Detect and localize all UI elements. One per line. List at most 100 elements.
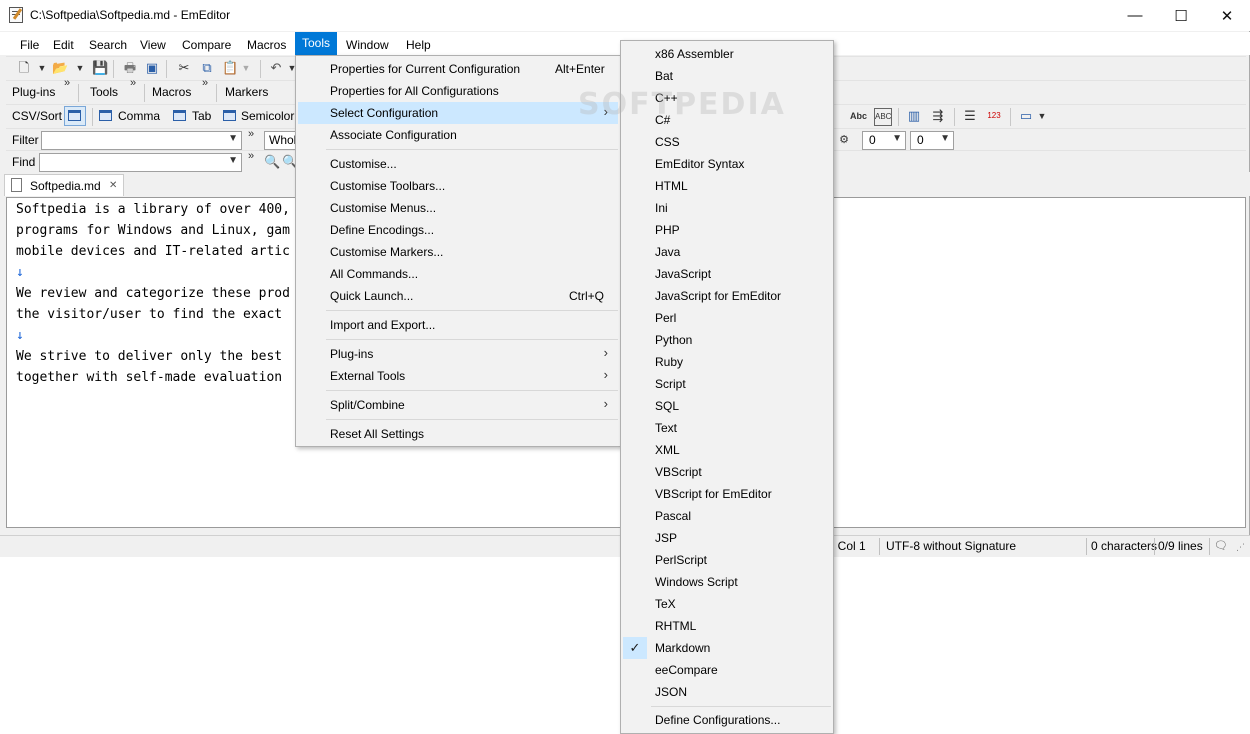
chevron-down-icon[interactable]: ▼ [228, 133, 238, 144]
config-item-php[interactable]: PHP [623, 219, 831, 241]
menu-item-customise-markers[interactable]: Customise Markers... [298, 241, 618, 263]
config-item-csharp[interactable]: C# [623, 109, 831, 131]
config-item-javascript[interactable]: JavaScript [623, 263, 831, 285]
tools-toolbar-button[interactable]: Tools [90, 81, 118, 103]
config-item-jsp[interactable]: JSP [623, 527, 831, 549]
macros-toolbar-button[interactable]: Macros [152, 81, 191, 103]
menu-item-properties-all[interactable]: Properties for All Configurations [298, 80, 618, 102]
menu-item-import-export[interactable]: Import and Export... [298, 314, 618, 336]
tab-softpedia-md[interactable]: Softpedia.md ✕ [4, 174, 124, 196]
toolbar-options-dropdown-icon[interactable]: ▼ [1034, 108, 1050, 124]
spell-check-icon[interactable]: Abc [850, 108, 867, 124]
config-item-java[interactable]: Java [623, 241, 831, 263]
toolbar-options-icon[interactable]: ▭ [1018, 108, 1034, 124]
chevron-down-icon[interactable]: ▼ [892, 133, 902, 144]
config-item-windows-script[interactable]: Windows Script [623, 571, 831, 593]
config-item-rhtml[interactable]: RHTML [623, 615, 831, 637]
config-item-sql[interactable]: SQL [623, 395, 831, 417]
config-item-bat[interactable]: Bat [623, 65, 831, 87]
menu-item-define-encodings[interactable]: Define Encodings... [298, 219, 618, 241]
comma-button[interactable]: Comma [118, 105, 160, 127]
plugins-toolbar-button[interactable]: Plug-ins [12, 81, 55, 103]
new-dropdown-icon[interactable]: ▼ [34, 60, 50, 76]
config-item-x86-assembler[interactable]: x86 Assembler [623, 43, 831, 65]
config-item-ini[interactable]: Ini [623, 197, 831, 219]
maximize-button[interactable]: ☐ [1158, 0, 1204, 31]
config-item-text[interactable]: Text [623, 417, 831, 439]
spell-options-icon[interactable]: ABC [874, 108, 892, 126]
menu-help[interactable]: Help [399, 35, 438, 55]
print-icon[interactable]: 🖶 [122, 60, 138, 76]
paste-dropdown-icon[interactable]: ▼ [238, 60, 254, 76]
config-item-python[interactable]: Python [623, 329, 831, 351]
menu-item-customise-menus[interactable]: Customise Menus... [298, 197, 618, 219]
config-item-javascript-for-emeditor[interactable]: JavaScript for EmEditor [623, 285, 831, 307]
menu-item-external-tools[interactable]: External Tools › [298, 365, 618, 387]
open-dropdown-icon[interactable]: ▼ [72, 60, 88, 76]
menu-macros[interactable]: Macros [240, 35, 293, 55]
menu-item-split-combine[interactable]: Split/Combine › [298, 394, 618, 416]
line-numbers-icon[interactable]: 123 [986, 108, 1002, 124]
config-item-perlscript[interactable]: PerlScript [623, 549, 831, 571]
config-item-vbscript-for-emeditor[interactable]: VBScript for EmEditor [623, 483, 831, 505]
filter-combo-2[interactable]: 0 ▼ [910, 131, 954, 150]
print-preview-icon[interactable]: ▣ [144, 60, 160, 76]
config-item-json[interactable]: JSON [623, 681, 831, 703]
chevron-right-icon[interactable]: » [248, 150, 254, 162]
close-tab-icon[interactable]: ✕ [109, 180, 117, 191]
menu-item-properties-current[interactable]: Properties for Current Configuration Alt… [298, 58, 618, 80]
config-item-markdown[interactable]: ✓ Markdown [623, 637, 831, 659]
list-icon[interactable]: ☰ [962, 108, 978, 124]
config-item-pascal[interactable]: Pascal [623, 505, 831, 527]
chevron-right-icon[interactable]: » [248, 128, 254, 140]
menu-tools[interactable]: Tools [295, 32, 338, 55]
save-icon[interactable]: 💾 [92, 60, 108, 76]
config-item-vbscript[interactable]: VBScript [623, 461, 831, 483]
minimize-button[interactable]: — [1112, 0, 1158, 31]
chevron-right-icon[interactable]: » [64, 77, 70, 89]
menu-item-define-configurations[interactable]: Define Configurations... [623, 709, 831, 731]
menu-item-all-commands[interactable]: All Commands... [298, 263, 618, 285]
config-item-eecompare[interactable]: eeCompare [623, 659, 831, 681]
menu-view[interactable]: View [133, 35, 173, 55]
comment-icon[interactable]: 🗨 [1214, 539, 1228, 552]
menu-compare[interactable]: Compare [175, 35, 238, 55]
menu-item-quick-launch[interactable]: Quick Launch... Ctrl+Q [298, 285, 618, 307]
menu-item-customise-toolbars[interactable]: Customise Toolbars... [298, 175, 618, 197]
new-file-icon[interactable]: 🗋 [16, 60, 32, 76]
config-item-tex[interactable]: TeX [623, 593, 831, 615]
menu-item-plugins[interactable]: Plug-ins › [298, 343, 618, 365]
chevron-right-icon[interactable]: » [130, 77, 136, 89]
menu-edit[interactable]: Edit [46, 35, 81, 55]
filter-combo-1[interactable]: 0 ▼ [862, 131, 906, 150]
config-item-xml[interactable]: XML [623, 439, 831, 461]
paste-icon[interactable]: 📋 [222, 60, 238, 76]
csv-grid-toggle[interactable] [64, 106, 86, 126]
chevron-down-icon[interactable]: ▼ [228, 155, 238, 166]
find-input[interactable]: ▼ [39, 153, 242, 172]
encoding-status[interactable]: UTF-8 without Signature [886, 539, 1016, 553]
config-item-script[interactable]: Script [623, 373, 831, 395]
menu-search[interactable]: Search [82, 35, 134, 55]
config-item-ruby[interactable]: Ruby [623, 351, 831, 373]
csv-sort-button[interactable]: CSV/Sort [12, 105, 62, 127]
config-item-html[interactable]: HTML [623, 175, 831, 197]
undo-icon[interactable]: ↶ [268, 60, 284, 76]
menu-window[interactable]: Window [339, 35, 396, 55]
close-button[interactable]: ✕ [1204, 0, 1250, 31]
menu-item-associate-configuration[interactable]: Associate Configuration [298, 124, 618, 146]
find-next-icon[interactable]: 🔍 [264, 154, 280, 170]
filter-input[interactable]: ▼ [41, 131, 242, 150]
config-item-emeditor-syntax[interactable]: EmEditor Syntax [623, 153, 831, 175]
menu-item-customise[interactable]: Customise... [298, 153, 618, 175]
open-folder-icon[interactable]: 📂 [52, 60, 68, 76]
config-item-perl[interactable]: Perl [623, 307, 831, 329]
chevron-right-icon[interactable]: » [202, 77, 208, 89]
menu-item-select-configuration[interactable]: Select Configuration › [298, 102, 618, 124]
tab-button[interactable]: Tab [192, 105, 211, 127]
config-item-cpp[interactable]: C++ [623, 87, 831, 109]
config-item-css[interactable]: CSS [623, 131, 831, 153]
chevron-down-icon[interactable]: ▼ [940, 133, 950, 144]
resize-grip-icon[interactable]: ⋰ [1236, 542, 1245, 553]
format-icon[interactable]: ⇶ [930, 108, 946, 124]
